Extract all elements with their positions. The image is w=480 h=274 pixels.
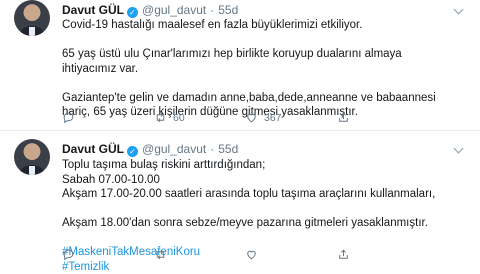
like-button[interactable] [245,248,264,261]
retweet-icon [154,111,167,124]
tweet-time[interactable]: 55d [218,142,238,156]
separator-dot: · [210,3,214,17]
chevron-down-icon [454,144,464,154]
author-handle[interactable]: @gul_davut [142,142,206,156]
retweet-button[interactable]: 60 [154,111,185,124]
tweet-line: Toplu taşıma bulaş riskini arttırdığında… [62,158,467,173]
tweet-header: Davut GÜL✓ @gul_davut · 55d [62,142,238,157]
verified-badge-icon: ✓ [127,146,138,157]
tweet-actions: 60 367 [62,111,402,125]
separator-dot: · [210,142,214,156]
share-icon [337,111,350,124]
tweet-line: 65 yaş üstü ulu Çınar'larımızı hep birli… [62,47,467,62]
heart-icon [245,111,258,124]
reply-button[interactable] [62,111,81,124]
retweet-icon [154,248,167,261]
tweet-actions [62,248,402,262]
heart-icon [245,248,258,261]
tweet-header: Davut GÜL✓ @gul_davut · 55d [62,3,238,18]
reply-icon [62,248,75,261]
avatar[interactable] [14,139,50,175]
like-count: 367 [264,112,282,124]
verified-badge-icon: ✓ [127,7,138,18]
tweet-line: Akşam 18.00'dan sonra sebze/meyve pazarı… [62,216,467,231]
share-button[interactable] [337,111,350,124]
reply-button[interactable] [62,248,81,261]
tweet-line: Sabah 07.00-10.00 [62,173,467,188]
tweet-menu-button[interactable] [455,141,462,155]
author-handle[interactable]: @gul_davut [142,3,206,17]
chevron-down-icon [454,5,464,15]
reply-icon [62,111,75,124]
retweet-button[interactable] [154,248,173,261]
tweet-text: Covid-19 hastalığı maalesef en fazla büy… [62,18,467,120]
share-button[interactable] [337,248,350,261]
tweet-2[interactable]: Davut GÜL✓ @gul_davut · 55d Toplu taşıma bu… [0,131,480,263]
tweet-line: Covid-19 hastalığı maalesef en fazla büy… [62,18,467,33]
retweet-count: 60 [173,112,185,124]
tweet-line: Akşam 17.00-20.00 saatleri arasında topl… [62,187,467,202]
tweet-line: ihtiyacımız var. [62,62,467,77]
author-name[interactable]: Davut GÜL [62,142,124,156]
tweet-line: Gaziantep'te gelin ve damadın anne,baba,… [62,91,467,106]
avatar[interactable] [14,0,50,36]
tweet-menu-button[interactable] [455,2,462,16]
share-icon [337,248,350,261]
like-button[interactable]: 367 [245,111,282,124]
author-name[interactable]: Davut GÜL [62,3,124,17]
tweet-1[interactable]: Davut GÜL✓ @gul_davut · 55d Covid-19 hastal… [0,0,480,130]
tweet-time[interactable]: 55d [218,3,238,17]
